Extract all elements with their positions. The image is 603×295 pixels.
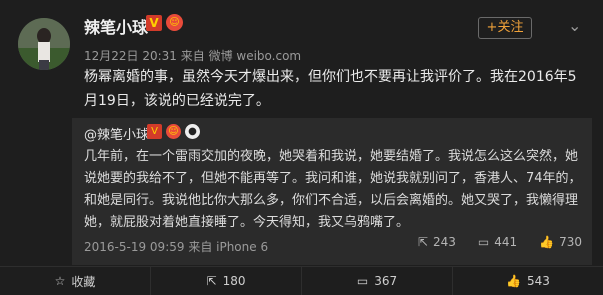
repost-button[interactable]: ⇱ 180 [151,267,302,295]
verified-icon: V [147,124,162,139]
quoted-like-count: 730 [559,235,582,249]
repost-icon: ⇱ [206,274,217,288]
quoted-post: @辣笔小球 V ☺ ● 几年前，在一个雷雨交加的夜晚，她哭着和我说，她要结婚了。… [72,118,592,265]
quoted-text: 几年前，在一个雷雨交加的夜晚，她哭着和我说，她要结婚了。我说怎么这么突然，她说她… [84,149,582,230]
chevron-down-icon[interactable]: ⌄ [568,16,581,35]
follow-button[interactable]: +关注 [478,17,532,39]
avatar[interactable] [18,18,70,70]
quoted-comment-count: 441 [494,235,518,249]
quoted-like-stat[interactable]: 👍 730 [539,235,582,249]
follow-label: 关注 [497,20,524,35]
comment-icon: ▭ [477,235,490,249]
panda-icon: ● [185,124,200,139]
emoji-badge-icon: ☺ [166,124,181,139]
quoted-comment-stat[interactable]: ▭ 441 [478,235,517,249]
quoted-badges: V ☺ ● [147,124,200,139]
thumbs-up-icon: 👍 [539,235,555,249]
quoted-repost-stat[interactable]: ⇱ 243 [418,235,456,249]
like-button[interactable]: 👍 543 [453,267,603,295]
avatar-image [18,18,70,70]
comment-button[interactable]: ▭ 367 [302,267,453,295]
quoted-meta: 2016-5-19 09:59 来自 iPhone 6 [84,240,269,254]
quoted-repost-count: 243 [432,235,456,249]
star-icon: ☆ [54,274,66,288]
favorite-label: 收藏 [71,274,96,289]
user-name[interactable]: 辣笔小球 [84,14,148,38]
thumbs-up-icon: 👍 [506,274,522,288]
post-text: 杨幂离婚的事，虽然今天才爆出来，但你们也不要再让我评价了。我在2016年5月19… [84,69,577,109]
favorite-button[interactable]: ☆ 收藏 [0,267,151,295]
comment-count: 367 [374,274,398,288]
emoji-badge-icon: ☺ [166,14,183,31]
comment-icon: ▭ [356,274,369,288]
quoted-author[interactable]: @辣笔小球 [84,124,149,143]
verified-icon: V [146,15,162,31]
post-meta: 12月22日 20:31 来自 微博 weibo.com [84,49,302,63]
like-count: 543 [527,274,550,288]
action-bar: ☆ 收藏 ⇱ 180 ▭ 367 👍 543 [0,266,603,295]
plus-icon: + [486,20,498,35]
repost-icon: ⇱ [417,235,428,249]
quoted-stats: ⇱ 243 ▭ 441 👍 730 [418,235,582,249]
repost-count: 180 [222,274,246,288]
